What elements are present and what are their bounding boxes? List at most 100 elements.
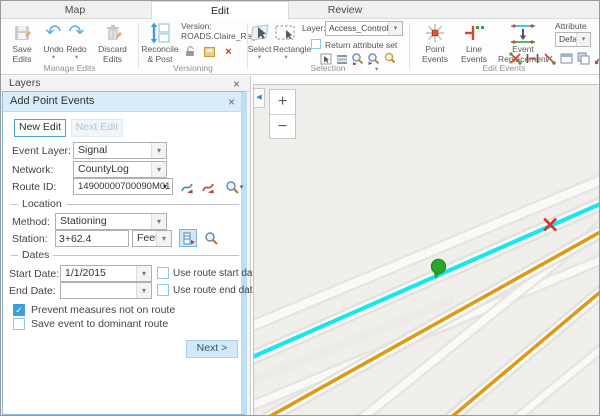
layer-select[interactable]: Access_Control ▾ (325, 21, 403, 36)
return-attribute-checkbox[interactable] (311, 39, 321, 49)
next-button[interactable]: Next > (186, 340, 238, 358)
layers-pane-title: Layers (9, 77, 41, 89)
use-route-end-checkbox[interactable] (157, 284, 169, 296)
network-label: Network: (12, 164, 53, 176)
post-version-icon[interactable] (203, 45, 216, 58)
prevent-measures-checkbox[interactable]: ✓ (13, 304, 25, 316)
return-attribute-label: Return attribute set (325, 40, 397, 50)
ribbon: Save Edits ↶ Undo ▾ ↷ Redo ▾ Discard Edi… (1, 19, 599, 75)
reconcile-icon (141, 21, 179, 45)
new-edit-button[interactable]: New Edit (14, 119, 66, 137)
select-route-from-selection-icon[interactable] (200, 179, 215, 194)
line-events-button[interactable]: Line Events (457, 21, 491, 65)
route-id-caret[interactable]: ▾ (160, 179, 170, 194)
add-point-events-pane: Add Point Events × New Edit Next Edit Ev… (2, 91, 247, 415)
layer-select-caret[interactable]: ▾ (388, 22, 402, 35)
version-value: ROADS.Claire_Reg (181, 31, 247, 41)
versioning-group-label: Versioning (139, 63, 247, 73)
select-pointer-icon (246, 21, 273, 45)
zoom-to-station-icon[interactable] (203, 230, 219, 246)
route-id-combo[interactable]: 14900000700090M01 ▾ (73, 178, 173, 195)
point-events-icon (415, 21, 455, 45)
station-label: Station: (12, 233, 48, 245)
network-caret[interactable]: ▾ (151, 162, 166, 177)
station-units-caret[interactable]: ▾ (156, 231, 171, 246)
add-point-events-header: Add Point Events × (3, 92, 241, 112)
attribute-set-caret[interactable]: ▾ (576, 33, 590, 46)
network-select[interactable]: CountyLog ▾ (73, 161, 167, 178)
unlock-version-icon[interactable] (184, 45, 197, 58)
station-units-select[interactable]: Feet ▾ (132, 230, 172, 247)
station-input[interactable] (55, 230, 129, 247)
tab-map[interactable]: Map (31, 1, 119, 19)
selection-group-label: Selection (248, 63, 408, 73)
redo-button[interactable]: ↷ Redo ▾ (65, 21, 88, 60)
rectangle-dropdown-caret[interactable]: ▾ (273, 55, 299, 60)
undo-dropdown-caret[interactable]: ▾ (42, 55, 65, 60)
map-canvas (254, 85, 599, 415)
use-route-start-checkbox[interactable] (157, 267, 169, 279)
tab-review[interactable]: Review (299, 1, 391, 19)
redo-icon: ↷ (65, 21, 88, 45)
save-edits-button[interactable]: Save Edits (3, 21, 41, 65)
end-date-picker[interactable]: ▾ (60, 282, 152, 299)
zoom-to-route-icon[interactable]: ▾ (223, 179, 245, 194)
edit-events-group-label: Edit Events (410, 63, 598, 73)
select-route-on-map-icon[interactable] (179, 179, 194, 194)
rectangle-select-button[interactable]: Rectangle ▾ (273, 21, 299, 60)
line-events-icon (457, 21, 491, 45)
save-dominant-checkbox[interactable] (13, 318, 25, 330)
method-select[interactable]: Stationing ▾ (55, 213, 167, 230)
event-layer-label: Event Layer: (12, 145, 71, 157)
redo-dropdown-caret[interactable]: ▾ (65, 55, 88, 60)
layers-close-icon[interactable]: × (233, 78, 240, 90)
start-date-label: Start Date: (9, 268, 59, 280)
start-date-caret[interactable]: ▾ (136, 266, 151, 281)
zoom-in-button[interactable]: + (270, 90, 295, 114)
event-layer-caret[interactable]: ▾ (151, 143, 166, 158)
event-replacement-icon (493, 21, 553, 45)
manage-edits-group-label: Manage Edits (1, 63, 138, 73)
pick-station-on-map-button[interactable] (179, 229, 197, 247)
location-section-header: Location (11, 198, 239, 210)
left-panel: Layers × Add Point Events × New Edit Nex… (1, 76, 251, 415)
end-date-caret[interactable]: ▾ (136, 283, 151, 298)
zoom-out-button[interactable]: − (270, 114, 295, 138)
rectangle-select-icon (273, 21, 299, 45)
ribbon-tabstrip: Map Edit Review (1, 1, 599, 19)
event-layer-select[interactable]: Signal ▾ (73, 142, 167, 159)
add-point-events-title: Add Point Events (10, 95, 94, 107)
end-date-label: End Date: (9, 285, 56, 297)
layers-pane-header: Layers × (1, 76, 250, 92)
select-dropdown-caret[interactable]: ▾ (246, 55, 273, 60)
dates-section-header: Dates (11, 249, 239, 261)
collapse-panel-button[interactable]: ◀ (254, 88, 265, 108)
map-view[interactable]: ◀ + − (253, 84, 599, 415)
method-caret[interactable]: ▾ (151, 214, 166, 229)
content-area: Layers × Add Point Events × New Edit Nex… (1, 75, 599, 415)
use-route-end-label: Use route end date (173, 285, 258, 296)
discard-edits-button[interactable]: Discard Edits (89, 21, 136, 65)
version-label: Version: (181, 21, 247, 31)
tab-edit[interactable]: Edit (151, 1, 289, 20)
attribute-set-select[interactable]: Default ▾ (555, 32, 591, 47)
start-date-picker[interactable]: 1/1/2015 ▾ (60, 265, 152, 282)
select-button[interactable]: Select ▾ (246, 21, 273, 60)
map-zoom-control: + − (269, 89, 296, 139)
undo-icon: ↶ (42, 21, 65, 45)
trash-icon (89, 21, 136, 45)
delete-version-icon[interactable]: × (222, 45, 235, 58)
method-label: Method: (12, 216, 50, 228)
route-id-label: Route ID: (12, 181, 56, 193)
layer-label: Layer: (302, 23, 326, 33)
undo-button[interactable]: ↶ Undo ▾ (42, 21, 65, 60)
reconcile-post-button[interactable]: Reconcile & Post (141, 21, 179, 65)
save-icon (3, 21, 41, 45)
zoom-to-route-caret[interactable]: ▾ (240, 183, 244, 191)
prevent-measures-label: Prevent measures not on route (31, 304, 175, 316)
use-route-start-label: Use route start date (173, 268, 261, 279)
point-events-button[interactable]: Point Events (415, 21, 455, 65)
save-dominant-label: Save event to dominant route (31, 318, 168, 330)
add-point-events-close-icon[interactable]: × (228, 96, 235, 108)
next-edit-button[interactable]: Next Edit (71, 119, 123, 137)
